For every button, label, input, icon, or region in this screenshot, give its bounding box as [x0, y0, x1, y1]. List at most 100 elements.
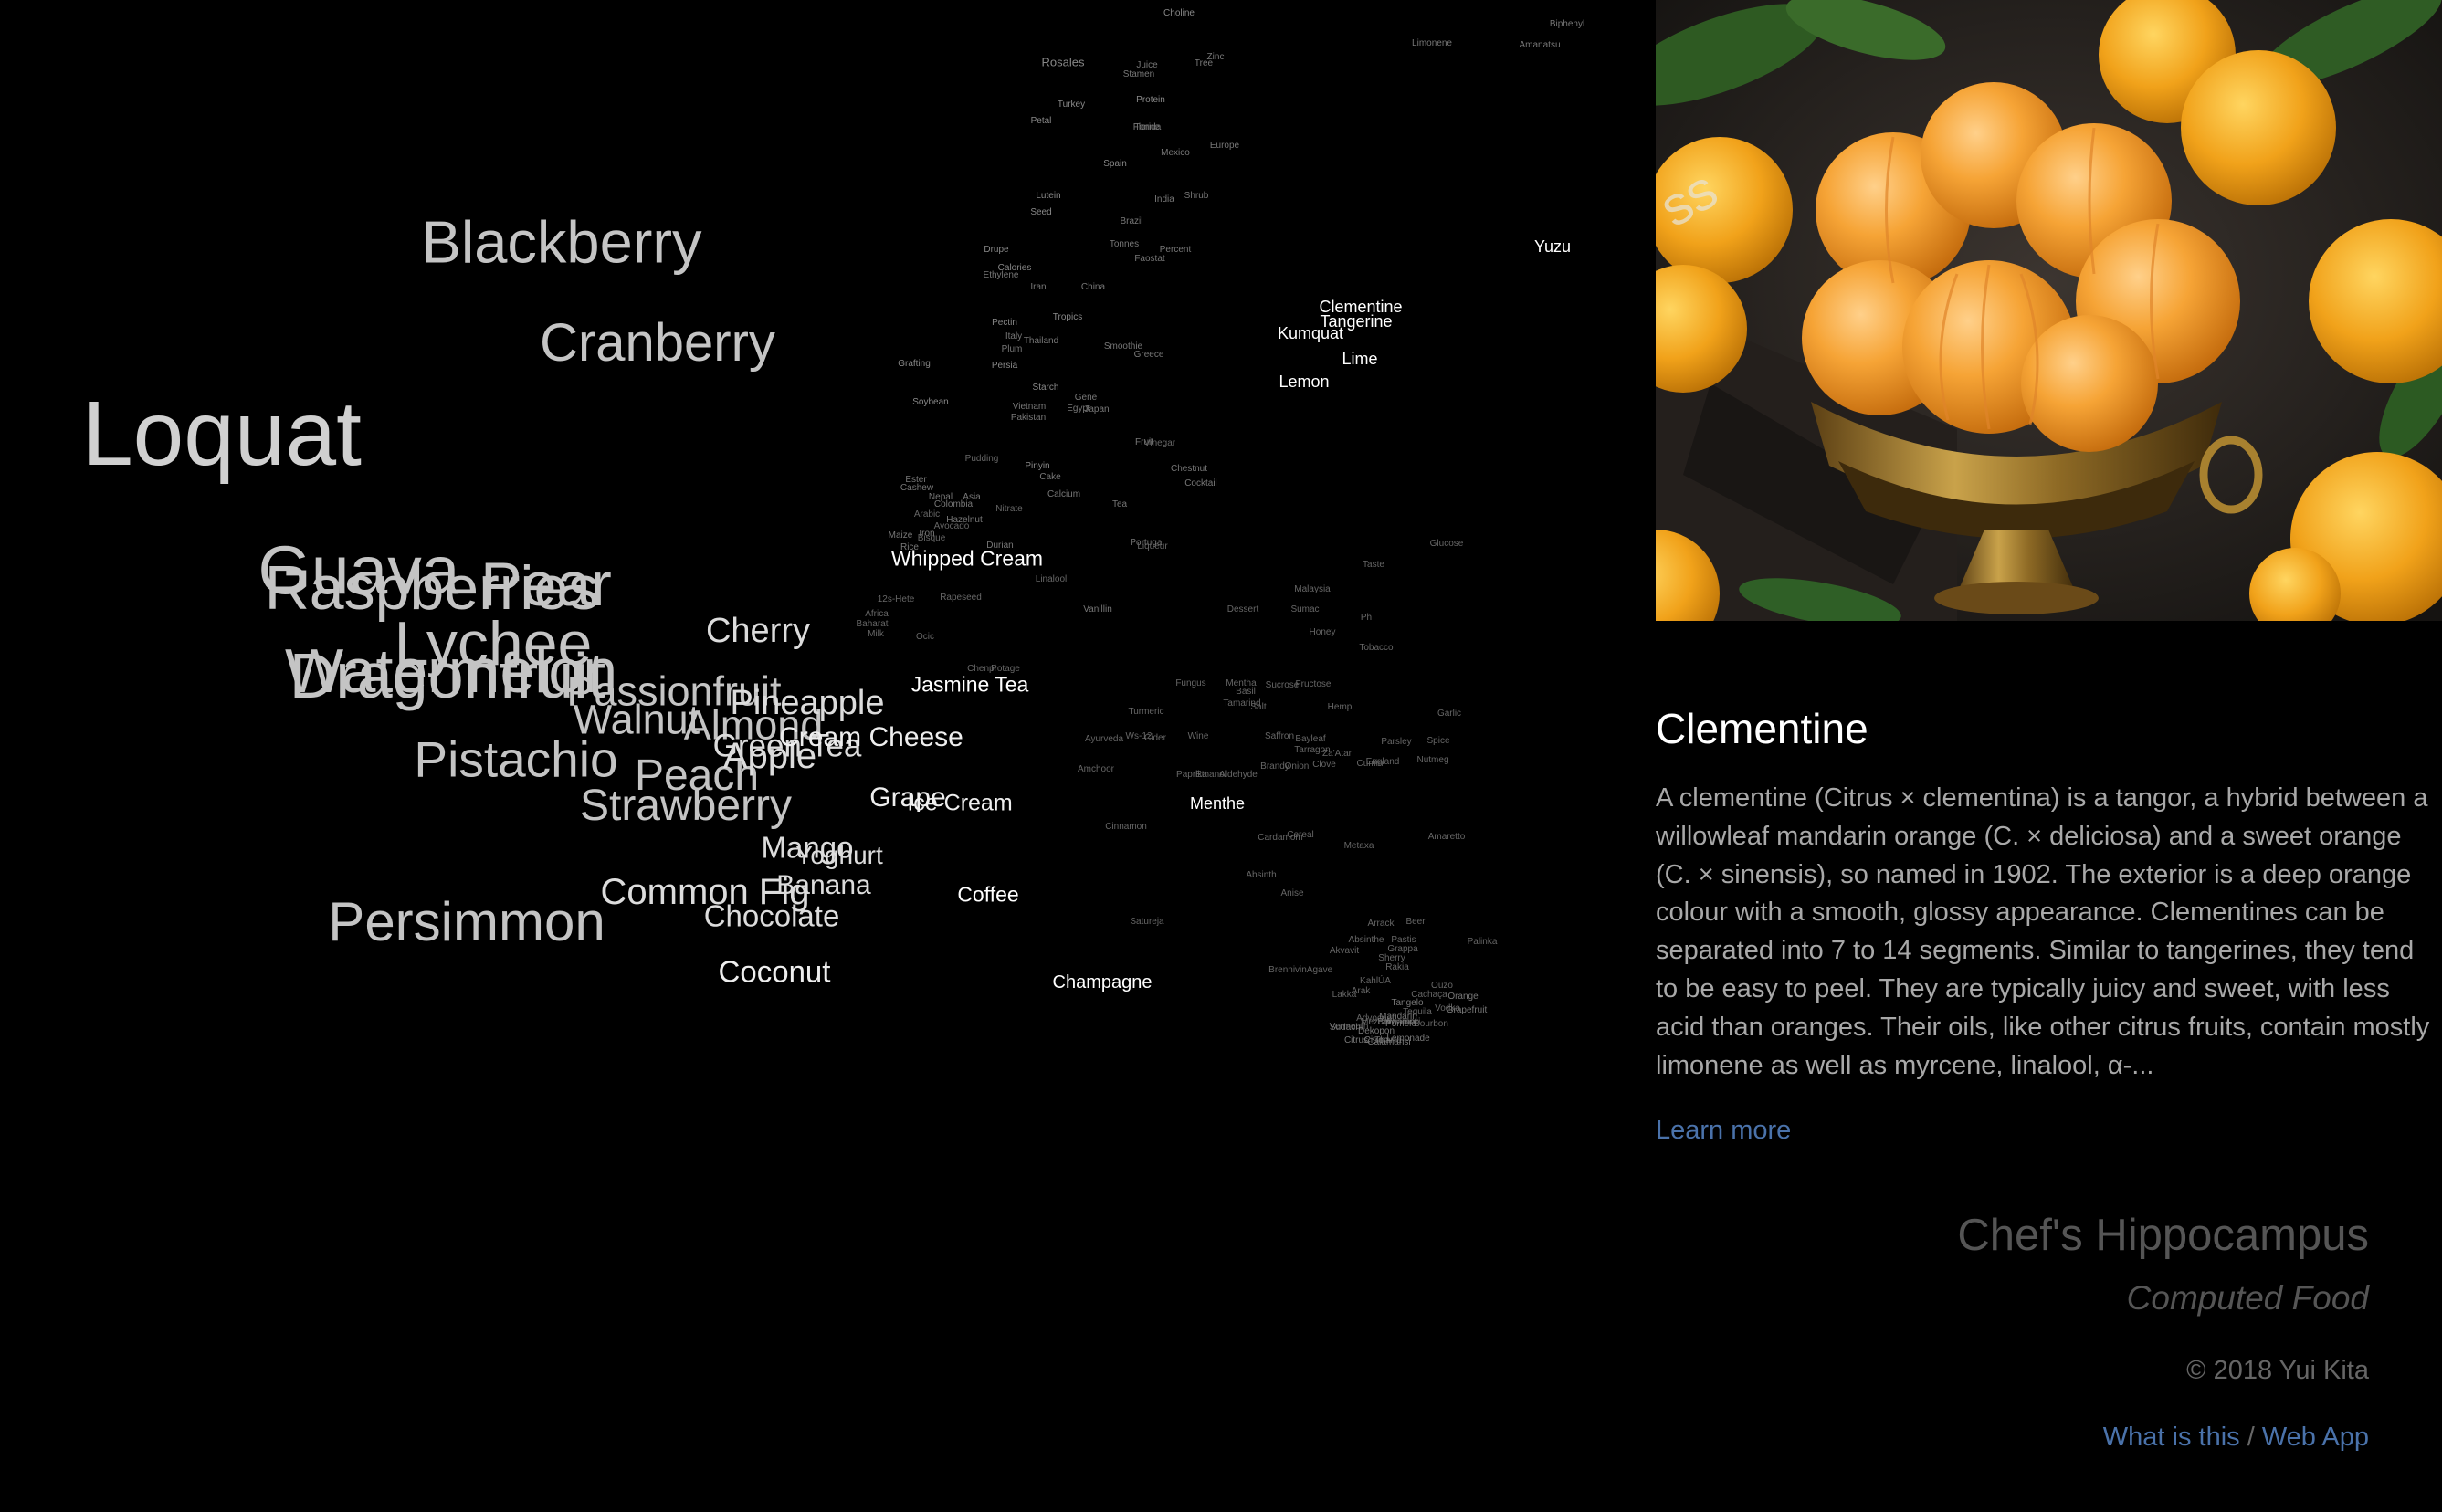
word-china[interactable]: China — [1081, 283, 1105, 292]
word-ph[interactable]: Ph — [1361, 614, 1372, 623]
word-kumquat[interactable]: Kumquat — [1278, 325, 1343, 341]
what-is-this-link[interactable]: What is this — [2103, 1423, 2240, 1452]
word-starch[interactable]: Starch — [1033, 383, 1059, 393]
word-taste[interactable]: Taste — [1363, 561, 1384, 570]
word-rakia[interactable]: Rakia — [1385, 963, 1409, 972]
word-liqueur[interactable]: Liqueur — [1137, 542, 1167, 551]
word-akvavit[interactable]: Akvavit — [1330, 947, 1359, 956]
word-tangelo[interactable]: Tangelo — [1391, 999, 1423, 1008]
word-persimmon[interactable]: Persimmon — [328, 895, 605, 950]
word-faostat[interactable]: Faostat — [1134, 255, 1164, 264]
word-pectin[interactable]: Pectin — [992, 319, 1017, 328]
word-onion[interactable]: Onion — [1285, 762, 1310, 772]
word-kahl-a[interactable]: KahlÚA — [1360, 977, 1391, 986]
word-linalool[interactable]: Linalool — [1036, 575, 1067, 584]
word-rosales[interactable]: Rosales — [1042, 57, 1085, 68]
word-blackberry[interactable]: Blackberry — [421, 213, 701, 272]
word-milk[interactable]: Milk — [868, 630, 884, 639]
word-agave[interactable]: Agave — [1307, 966, 1332, 975]
word-greece[interactable]: Greece — [1134, 351, 1164, 360]
word-beer[interactable]: Beer — [1405, 918, 1425, 927]
word-turkey[interactable]: Turkey — [1058, 100, 1085, 110]
word-coconut[interactable]: Coconut — [719, 957, 831, 987]
word-cake[interactable]: Cake — [1039, 473, 1060, 482]
word-loquat[interactable]: Loquat — [82, 388, 362, 479]
word-cereal[interactable]: Cereal — [1287, 831, 1313, 840]
word-amaretto[interactable]: Amaretto — [1428, 833, 1466, 842]
word-grafting[interactable]: Grafting — [898, 360, 931, 369]
word-wine[interactable]: Wine — [1188, 732, 1209, 741]
word-metaxa[interactable]: Metaxa — [1344, 842, 1374, 851]
word-tropics[interactable]: Tropics — [1053, 313, 1082, 322]
word-italy[interactable]: Italy — [1005, 332, 1022, 341]
word-europe[interactable]: Europe — [1210, 142, 1239, 151]
word-honey[interactable]: Honey — [1310, 628, 1336, 637]
word-vinegar[interactable]: Vinegar — [1144, 439, 1175, 448]
word-bayleaf[interactable]: Bayleaf — [1295, 735, 1325, 744]
word-brennivin[interactable]: Brennivin — [1268, 966, 1307, 975]
word-garlic[interactable]: Garlic — [1437, 709, 1461, 719]
word-turmeric[interactable]: Turmeric — [1128, 708, 1163, 717]
word-tea[interactable]: Tea — [1112, 500, 1127, 509]
word-grapefruit[interactable]: Grapefruit — [1447, 1006, 1487, 1015]
word-colombia[interactable]: Colombia — [934, 500, 973, 509]
word-yuzu[interactable]: Yuzu — [1534, 238, 1571, 255]
word-sumac[interactable]: Sumac — [1290, 605, 1319, 614]
word-shrub[interactable]: Shrub — [1184, 192, 1209, 201]
word-spain[interactable]: Spain — [1103, 160, 1127, 169]
word-cream-cheese[interactable]: Cream Cheese — [779, 724, 963, 751]
word-dragonfruit[interactable]: Dragonfruit — [289, 644, 605, 708]
word-england[interactable]: England — [1366, 758, 1400, 767]
word-thailand[interactable]: Thailand — [1024, 337, 1058, 346]
word-yoghurt[interactable]: Yoghurt — [795, 843, 883, 868]
word-pistachio[interactable]: Pistachio — [414, 734, 617, 785]
word-nutmeg[interactable]: Nutmeg — [1416, 756, 1448, 765]
word-india[interactable]: India — [1154, 195, 1174, 205]
word-brazil[interactable]: Brazil — [1120, 217, 1142, 226]
word-sucrose[interactable]: Sucrose — [1266, 681, 1300, 690]
word-chestnut[interactable]: Chestnut — [1171, 465, 1207, 474]
word-stamen[interactable]: Stamen — [1123, 70, 1154, 79]
word-aldehyde[interactable]: Aldehyde — [1219, 771, 1258, 780]
word-petal[interactable]: Petal — [1031, 117, 1052, 126]
word-lutein[interactable]: Lutein — [1036, 192, 1060, 201]
word-pudding[interactable]: Pudding — [965, 455, 999, 464]
word-tonne[interactable]: Tonne — [1134, 123, 1159, 132]
word-rice[interactable]: Rice — [900, 543, 919, 552]
word-drupe[interactable]: Drupe — [984, 246, 1008, 255]
word-limonene[interactable]: Limonene — [1412, 39, 1452, 48]
word-amchoor[interactable]: Amchoor — [1078, 765, 1114, 774]
word-lemon[interactable]: Lemon — [1279, 373, 1329, 390]
word-amanatsu[interactable]: Amanatsu — [1519, 41, 1560, 50]
word-glucose[interactable]: Glucose — [1430, 540, 1464, 549]
word-malaysia[interactable]: Malaysia — [1294, 585, 1330, 594]
word-dessert[interactable]: Dessert — [1227, 605, 1258, 614]
word-cocktail[interactable]: Cocktail — [1184, 479, 1217, 488]
word-soybean[interactable]: Soybean — [912, 398, 948, 407]
word-champagne[interactable]: Champagne — [1053, 973, 1153, 992]
word-dekopon[interactable]: Dekopon — [1358, 1027, 1395, 1036]
word-maize[interactable]: Maize — [889, 531, 913, 541]
word-persia[interactable]: Persia — [992, 362, 1017, 371]
word-vanillin[interactable]: Vanillin — [1083, 605, 1112, 614]
word-ouzo[interactable]: Ouzo — [1431, 982, 1453, 991]
word-durian[interactable]: Durian — [986, 541, 1013, 551]
word-ayurveda[interactable]: Ayurveda — [1085, 735, 1123, 744]
word-lakka[interactable]: Lakka — [1332, 991, 1357, 1000]
word-cranberry[interactable]: Cranberry — [540, 317, 775, 370]
word-vietnam[interactable]: Vietnam — [1013, 403, 1047, 412]
word-arrack[interactable]: Arrack — [1368, 919, 1395, 929]
word-calamansi[interactable]: Calamansi — [1367, 1038, 1410, 1047]
word-bisque[interactable]: Bisque — [918, 534, 946, 543]
word-tree[interactable]: Tree — [1195, 59, 1213, 68]
word-rapeseed[interactable]: Rapeseed — [940, 593, 982, 603]
word-jasmine-tea[interactable]: Jasmine Tea — [911, 674, 1029, 696]
word-ice-cream[interactable]: Ice Cream — [907, 792, 1012, 815]
word-chocolate[interactable]: Chocolate — [704, 901, 840, 931]
word-clove[interactable]: Clove — [1312, 761, 1336, 770]
word-tobacco[interactable]: Tobacco — [1359, 644, 1393, 653]
word-orange[interactable]: Orange — [1447, 992, 1478, 1002]
word-basil[interactable]: Basil — [1236, 688, 1256, 697]
word-baharat[interactable]: Baharat — [856, 620, 888, 629]
word-absinthe[interactable]: Absinthe — [1349, 936, 1384, 945]
